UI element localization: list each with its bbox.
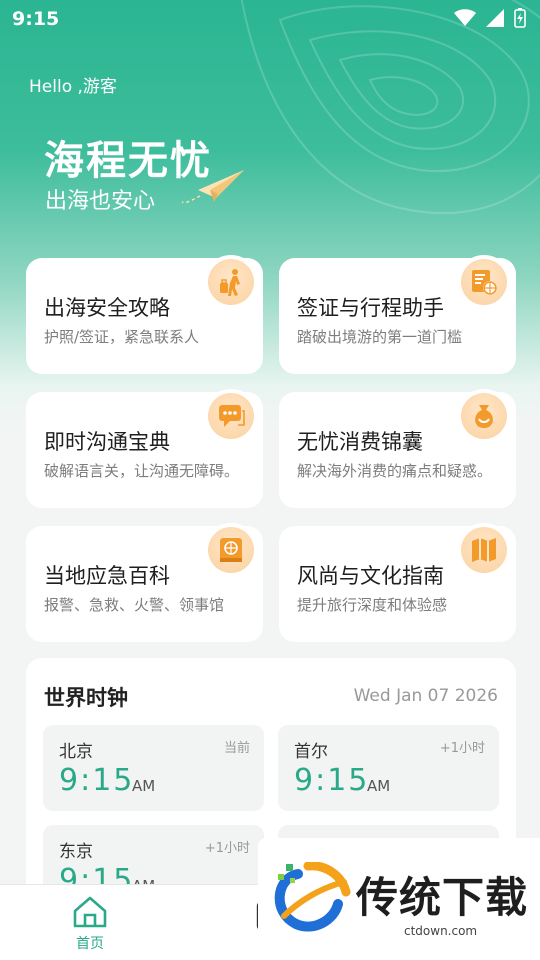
- city-name: 北京: [59, 742, 93, 762]
- status-time: 9:15: [12, 8, 60, 30]
- status-bar: 9:15: [0, 0, 540, 38]
- money-bag-icon: [461, 393, 507, 439]
- card-title: 签证与行程助手: [297, 296, 444, 320]
- city-time-diff: 当前: [223, 741, 250, 756]
- card-desc: 解决海外消费的痛点和疑惑。: [297, 462, 493, 480]
- card-icon-frame: [204, 389, 258, 443]
- watermark-logo-icon: [274, 862, 351, 932]
- wifi-icon: [454, 9, 476, 32]
- card-desc: 护照/签证，紧急联系人: [44, 328, 200, 346]
- chat-bubble-icon: [208, 393, 254, 439]
- watermark-overlay: 传统下载 ctdown.com: [258, 838, 540, 960]
- greeting-text: Hello ,游客: [29, 77, 117, 97]
- home-icon: [73, 896, 107, 928]
- card-desc: 破解语言关，让沟通无障碍。: [44, 462, 240, 480]
- map-icon: [461, 527, 507, 573]
- card-title: 当地应急百科: [44, 564, 170, 588]
- city-time-diff: +1小时: [439, 741, 485, 756]
- card-icon-frame: [204, 255, 258, 309]
- card-desc: 踏破出境游的第一道门槛: [297, 328, 463, 346]
- globe-book-icon: [208, 527, 254, 573]
- card-title: 风尚与文化指南: [297, 564, 444, 588]
- card-spending-tips[interactable]: 无忧消费锦囊 解决海外消费的痛点和疑惑。: [279, 389, 516, 508]
- card-desc: 报警、急救、火警、领事馆: [44, 596, 225, 614]
- card-culture-guide[interactable]: 风尚与文化指南 提升旅行深度和体验感: [279, 523, 516, 642]
- card-emergency-wiki[interactable]: 当地应急百科 报警、急救、火警、领事馆: [26, 523, 263, 642]
- city-ampm: AM: [367, 777, 391, 795]
- watermark-url: ctdown.com: [404, 924, 478, 938]
- city-time: 9:15: [59, 763, 135, 798]
- tab-label: 首页: [76, 936, 104, 952]
- world-clock-title: 世界时钟: [44, 686, 128, 710]
- status-icons: [454, 8, 526, 33]
- hero-subtitle: 出海也安心: [45, 189, 156, 214]
- card-icon-frame: [204, 523, 258, 577]
- city-name: 首尔: [294, 742, 328, 762]
- city-clock-beijing[interactable]: 北京 当前 9:15 AM: [43, 725, 264, 811]
- card-safety-guide[interactable]: 出海安全攻略 护照/签证，紧急联系人: [26, 255, 263, 374]
- battery-charging-icon: [514, 8, 526, 33]
- paper-plane-icon: [181, 170, 244, 204]
- city-ampm: AM: [132, 777, 156, 795]
- card-communication-guide[interactable]: 即时沟通宝典 破解语言关，让沟通无障碍。: [26, 389, 263, 508]
- card-desc: 提升旅行深度和体验感: [297, 596, 448, 614]
- city-clock-seoul[interactable]: 首尔 +1小时 9:15 AM: [278, 725, 499, 811]
- world-clock-date: Wed Jan 07 2026: [353, 686, 498, 706]
- tab-home[interactable]: 首页: [45, 893, 135, 953]
- card-icon-frame: [457, 523, 511, 577]
- card-title: 无忧消费锦囊: [297, 430, 423, 454]
- city-time: 9:15: [294, 763, 370, 798]
- signal-icon: [486, 9, 504, 32]
- city-name: 东京: [59, 842, 93, 862]
- card-icon-frame: [457, 389, 511, 443]
- card-visa-assistant[interactable]: 签证与行程助手 踏破出境游的第一道门槛: [279, 255, 516, 374]
- card-title: 即时沟通宝典: [44, 430, 170, 454]
- card-title: 出海安全攻略: [44, 296, 170, 320]
- visa-document-icon: [461, 259, 507, 305]
- city-time-diff: +1小时: [204, 841, 250, 856]
- card-icon-frame: [457, 255, 511, 309]
- luggage-traveler-icon: [208, 259, 254, 305]
- watermark-title: 传统下载: [356, 873, 529, 922]
